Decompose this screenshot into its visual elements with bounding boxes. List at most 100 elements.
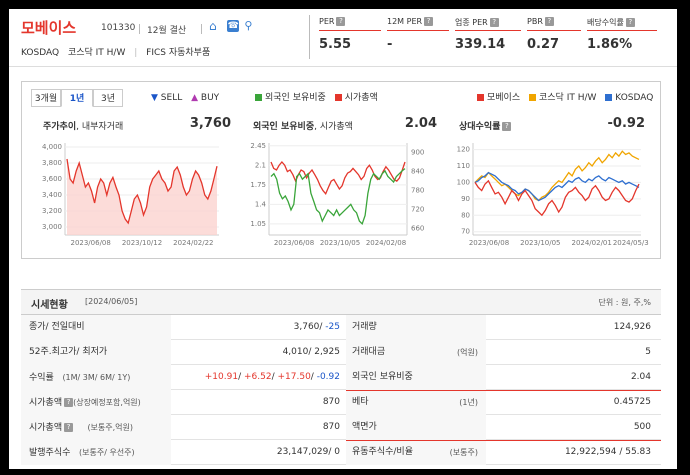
highlight-underline bbox=[346, 440, 661, 441]
help-icon[interactable]: ? bbox=[424, 17, 434, 26]
company-links: ⌂ ☎ ⚲ bbox=[209, 20, 255, 32]
label-text: 액면가 bbox=[352, 422, 377, 432]
y-tick-label-right: 900 bbox=[411, 149, 424, 157]
return-1y: -0.92 bbox=[316, 372, 340, 382]
chart-subtitle: 시가총액 bbox=[319, 122, 353, 132]
help-icon[interactable]: ? bbox=[502, 122, 512, 131]
label-text: 거래량 bbox=[352, 322, 377, 332]
x-tick-label: 2023/06/08 bbox=[274, 239, 314, 247]
row-label: 유동주식수/비율 (보통주) bbox=[346, 440, 486, 465]
divider bbox=[201, 24, 202, 34]
chart-title: 주가추이 bbox=[43, 122, 77, 132]
stock-summary-panel: 모베이스 101330 12월 결산 ⌂ ☎ ⚲ KOSDAQ 코스닥 IT H… bbox=[9, 9, 677, 469]
legend-label: 모베이스 bbox=[487, 93, 521, 103]
x-tick-label: 2024/05/30 bbox=[613, 239, 649, 247]
phone-icon[interactable]: ☎ bbox=[227, 20, 240, 32]
foreign-ownership-chart: 2.45 2.1 1.75 1.4 1.05 900 840 780 720 660 2023/06… bbox=[250, 142, 424, 247]
fics-sector: FICS 자동차부품 bbox=[146, 48, 211, 58]
label-text: 수익률 bbox=[29, 373, 54, 383]
relative-return-chart: 120 110 100 90 80 70 2023/06/08 2023/10/05 2024/… bbox=[457, 143, 649, 247]
y-tick-label-right: 720 bbox=[411, 206, 424, 214]
divider bbox=[139, 24, 140, 34]
market-cap-line bbox=[270, 161, 406, 196]
label-text: 52주.최고가/ 최저가 bbox=[29, 347, 108, 357]
legend-swatch bbox=[255, 94, 262, 101]
label-text: 베타 bbox=[352, 397, 369, 407]
y-tick-label-left: 1.05 bbox=[250, 220, 266, 228]
row-value: 4,010/ 2,925 bbox=[282, 347, 340, 357]
relative-current-value: -0.92 bbox=[607, 116, 645, 131]
foreign-chart-title: 외국인 보유비중, 시가총액 bbox=[253, 122, 353, 132]
row-value: 870 bbox=[322, 397, 340, 407]
chart-title: 상대수익률 bbox=[459, 122, 501, 132]
legend-label: 코스닥 IT H/W bbox=[539, 93, 597, 103]
sector-name: 코스닥 IT H/W bbox=[67, 48, 126, 58]
x-tick-label: 2023/10/05 bbox=[320, 239, 360, 247]
x-tick-label: 2023/06/08 bbox=[70, 239, 110, 247]
y-tick-label-right: 840 bbox=[411, 168, 424, 176]
x-tick-label: 2023/10/12 bbox=[122, 239, 162, 247]
tab-1-year[interactable]: 1년 bbox=[61, 89, 93, 107]
label-text: 거래대금 bbox=[352, 347, 386, 357]
location-pin-icon[interactable]: ⚲ bbox=[244, 20, 253, 32]
label-text: 시가총액 bbox=[29, 423, 63, 433]
x-tick-label: 2024/02/01 bbox=[571, 239, 611, 247]
price-chart: 4,000 3,800 3,600 3,400 3,200 3,000 2023/06/08… bbox=[42, 143, 219, 247]
trade-legend: ▼ SELL ▲ BUY bbox=[151, 89, 219, 107]
return-6m: +17.50 bbox=[277, 372, 311, 382]
row-label: 시가총액? (상장예정포함,억원) bbox=[21, 390, 171, 415]
row-label: 수익률 (1M/ 3M/ 6M/ 1Y) bbox=[21, 365, 171, 390]
label-unit: (보통주) bbox=[449, 448, 478, 457]
x-tick-label: 2023/06/08 bbox=[469, 239, 509, 247]
help-icon[interactable]: ? bbox=[544, 17, 554, 26]
home-icon[interactable]: ⌂ bbox=[209, 20, 222, 32]
help-icon[interactable]: ? bbox=[625, 18, 635, 27]
sell-marker-icon: ▼ bbox=[151, 93, 158, 103]
label-text: 유동주식수/비율 bbox=[352, 447, 413, 457]
tab-3-months[interactable]: 3개월 bbox=[31, 89, 61, 107]
y-tick-label: 3,600 bbox=[42, 175, 62, 183]
table-unit: 단위 : 원, 주,% bbox=[598, 298, 651, 307]
metric-label: 12M PER bbox=[387, 17, 423, 26]
y-tick-label: 80 bbox=[461, 211, 470, 219]
company-header: 모베이스 101330 12월 결산 ⌂ ☎ ⚲ KOSDAQ 코스닥 IT H… bbox=[9, 9, 677, 67]
help-icon[interactable]: ? bbox=[489, 18, 499, 27]
close-price: 3,760/ bbox=[293, 322, 326, 332]
legend-swatch bbox=[334, 94, 342, 101]
y-tick-label: 120 bbox=[457, 146, 470, 154]
return-3m: +6.52 bbox=[243, 372, 272, 382]
legend-swatch bbox=[605, 94, 613, 101]
legend-swatch bbox=[477, 94, 484, 101]
legend-label: KOSDAQ bbox=[615, 93, 654, 103]
help-icon[interactable]: ? bbox=[64, 423, 74, 432]
row-label: 시가총액? (보통주,억원) bbox=[21, 415, 171, 440]
row-value: 0.45725 bbox=[613, 397, 651, 407]
foreign-current-value: 2.04 bbox=[404, 116, 437, 131]
y-tick-label: 100 bbox=[457, 178, 470, 186]
market-info: KOSDAQ 코스닥 IT H/W | FICS 자동차부품 bbox=[21, 45, 216, 58]
label-unit: (상장예정포함,억원) bbox=[73, 398, 141, 407]
help-icon[interactable]: ? bbox=[336, 17, 346, 26]
table-row: 시가총액? (보통주,억원) 870 액면가 500 bbox=[21, 415, 661, 440]
label-unit: (억원) bbox=[457, 348, 478, 357]
help-icon[interactable]: ? bbox=[64, 398, 74, 407]
metric-label: 업종 PER bbox=[455, 18, 488, 27]
row-value: +10.91/ +6.52/ +17.50/ -0.92 bbox=[204, 372, 340, 382]
row-value: 2.04 bbox=[630, 372, 651, 382]
metric-value: 1.86% bbox=[587, 37, 633, 52]
label-unit: (보통주/ 우선주) bbox=[79, 448, 135, 457]
y-tick-label: 3,000 bbox=[42, 223, 62, 231]
price-current-value: 3,760 bbox=[189, 116, 231, 131]
chart-subtitle: 내부자거래 bbox=[81, 122, 124, 132]
y-tick-label: 3,800 bbox=[42, 159, 62, 167]
tab-3-years[interactable]: 3년 bbox=[93, 89, 123, 107]
price-area bbox=[67, 159, 217, 235]
row-label: 발행주식수 (보통주/ 우선주) bbox=[21, 440, 171, 465]
label-text: 외국인 보유비중 bbox=[352, 372, 413, 382]
highlight-underline bbox=[346, 390, 661, 391]
row-label: 거래량 bbox=[346, 315, 486, 340]
y-tick-label-left: 2.45 bbox=[250, 142, 266, 150]
y-tick-label-left: 1.4 bbox=[255, 200, 267, 208]
company-name: 모베이스 bbox=[21, 19, 77, 37]
buy-label: BUY bbox=[200, 93, 220, 103]
